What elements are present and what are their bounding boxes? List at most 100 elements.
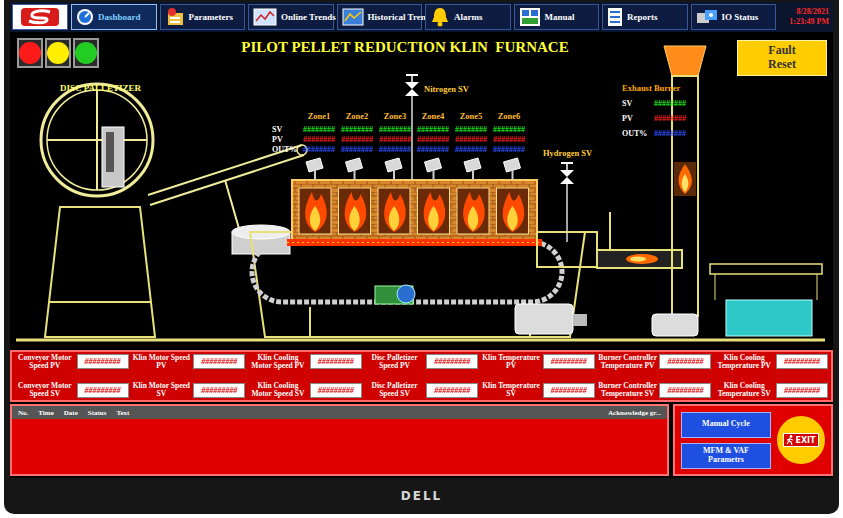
alarm-column: Status — [88, 409, 107, 417]
zone-value: ######## — [338, 125, 376, 134]
monitor: Dashboard Parameters Online TrendsHistoric… — [4, 0, 839, 514]
disc-palletizer-label: DISC PALLETIZER — [60, 83, 141, 93]
alarm-header: No.TimeDateStatusTextAcknowledge gr... — [12, 406, 667, 419]
parameters-icon — [165, 7, 185, 27]
exhaust-label: SV — [622, 96, 646, 111]
reading-cell: Klin Temperature PV######### — [481, 354, 595, 370]
action-button[interactable]: Manual Cycle — [681, 412, 771, 438]
reading-value[interactable]: ######### — [193, 383, 245, 398]
nav-tab[interactable]: Online Trends — [248, 4, 334, 30]
burner-nozzle-icon — [385, 158, 402, 180]
reading-cell: Klin Cooling Motor Speed PV######### — [248, 354, 362, 370]
kiln-motor-icon — [375, 285, 415, 304]
burner-nozzle-icon — [425, 158, 442, 180]
reading-label: Burner Controller Temperature SV — [598, 382, 658, 398]
exhaust-row: PV ######## — [622, 111, 686, 126]
burner-assembly-icon — [537, 212, 682, 268]
reading-value[interactable]: ######### — [659, 383, 711, 398]
manual-icon — [519, 7, 541, 27]
zone-header: Zone6 — [490, 111, 528, 124]
reading-value: ######### — [426, 354, 478, 369]
exhaust-value: ######## — [654, 111, 686, 126]
date-time: 8/28/20211:23:49 PM — [779, 7, 831, 27]
company-logo-icon — [12, 4, 68, 30]
alarm-column: Acknowledge gr... — [608, 409, 661, 417]
zone-value: ######## — [414, 145, 452, 154]
action-button[interactable]: MFM & VAF Parametrs — [681, 443, 771, 469]
reading-cell: Klin Cooling Temperature PV######### — [714, 354, 828, 370]
reading-value: ######### — [776, 354, 828, 369]
tab-label: Parameters — [189, 12, 233, 22]
monitor-bezel: DELL — [10, 478, 833, 514]
zone-value: ######## — [414, 125, 452, 134]
nav-tab[interactable]: Alarms — [425, 4, 511, 30]
reading-value[interactable]: ######### — [776, 383, 828, 398]
readings-row: Conveyor Motor Speed PV#########Klin Mot… — [15, 354, 828, 370]
nav-tab[interactable]: Reports — [602, 4, 688, 30]
reading-value[interactable]: ######### — [543, 383, 595, 398]
nav-tab[interactable]: Parameters — [160, 4, 246, 30]
tab-label: Dashboard — [98, 12, 141, 22]
light-lamp — [75, 42, 97, 64]
nav-tab[interactable]: Dashboard — [71, 4, 157, 30]
reading-cell: Klin Motor Speed PV######### — [132, 354, 246, 370]
reading-cell: Disc Palletizer Speed PV######### — [365, 354, 479, 370]
zone-value: ######## — [300, 145, 338, 154]
reading-value[interactable]: ######### — [426, 383, 478, 398]
zone-header: Zone4 — [414, 111, 452, 124]
page-title: PILOT PELLET REDUCTION KLIN FURNACE — [210, 39, 600, 56]
zone-value: ######## — [490, 125, 528, 134]
reading-label: Burner Controller Temperature PV — [598, 354, 658, 370]
chain-belt-icon — [252, 242, 562, 302]
zone-value: ######## — [452, 135, 490, 144]
nav-tab[interactable]: IO Status — [691, 4, 777, 30]
readings-row: Conveyor Motor Speed SV#########Klin Mot… — [15, 382, 828, 398]
fault-reset-button[interactable]: Fault Reset — [737, 40, 827, 76]
exit-button[interactable]: EXIT — [777, 416, 825, 464]
reading-cell: Conveyor Motor Speed SV######### — [15, 382, 129, 398]
burner-nozzle-icon — [346, 158, 363, 180]
zone-row-label: PV — [272, 135, 300, 144]
exit-label: EXIT — [795, 436, 815, 445]
bottom-area: No.TimeDateStatusTextAcknowledge gr...Ma… — [10, 404, 833, 476]
readings-panel: Conveyor Motor Speed PV#########Klin Mot… — [10, 350, 833, 402]
exhaust-label: OUT% — [622, 126, 646, 141]
reading-label: Klin Motor Speed PV — [132, 354, 192, 370]
furnace-flame-icon — [339, 188, 371, 234]
reading-cell: Burner Controller Temperature PV########… — [598, 354, 712, 370]
button-group: Manual Cycle MFM & VAF Parametrs — [681, 412, 771, 469]
alarm-column: No. — [18, 409, 28, 417]
alarm-column: Date — [64, 409, 78, 417]
action-panel: Manual Cycle MFM & VAF Parametrs EXIT — [673, 404, 833, 476]
reading-value: ######### — [310, 354, 362, 369]
reading-cell: Disc Palletizer Speed SV######### — [365, 382, 479, 398]
zone-value: ######## — [376, 135, 414, 144]
zone-value: ######## — [300, 135, 338, 144]
zone-value: ######## — [338, 135, 376, 144]
burner-nozzle-icon — [464, 158, 481, 180]
zone-value: ######## — [452, 125, 490, 134]
reading-value[interactable]: ######### — [310, 383, 362, 398]
reports-icon — [607, 7, 623, 27]
pump-icon — [652, 314, 698, 336]
brand-logo: DELL — [401, 489, 442, 503]
reading-value: ######### — [543, 354, 595, 369]
furnace-flame-icon — [299, 188, 331, 234]
zone-row-label: OUT% — [272, 145, 300, 154]
zone-value: ######## — [300, 125, 338, 134]
hmi-screen: Dashboard Parameters Online TrendsHistoric… — [10, 2, 833, 478]
tab-label: Manual — [545, 12, 575, 22]
nav-tab[interactable]: Manual — [514, 4, 600, 30]
hydrogen-label: Hydrogen SV — [543, 148, 592, 158]
reading-label: Klin Cooling Temperature SV — [714, 382, 774, 398]
reading-label: Disc Palletizer Speed PV — [365, 354, 425, 370]
exhaust-label: PV — [622, 111, 646, 126]
time: 1:23:49 PM — [779, 17, 829, 27]
burner-nozzle-icon — [504, 158, 521, 180]
nav-tab[interactable]: Historical Trends — [337, 4, 423, 30]
reading-value[interactable]: ######### — [77, 383, 129, 398]
reading-label: Klin Motor Speed SV — [132, 382, 192, 398]
zone-header: Zone5 — [452, 111, 490, 124]
conveyor-icon — [148, 145, 307, 232]
furnace-diagram-icon — [10, 32, 833, 348]
